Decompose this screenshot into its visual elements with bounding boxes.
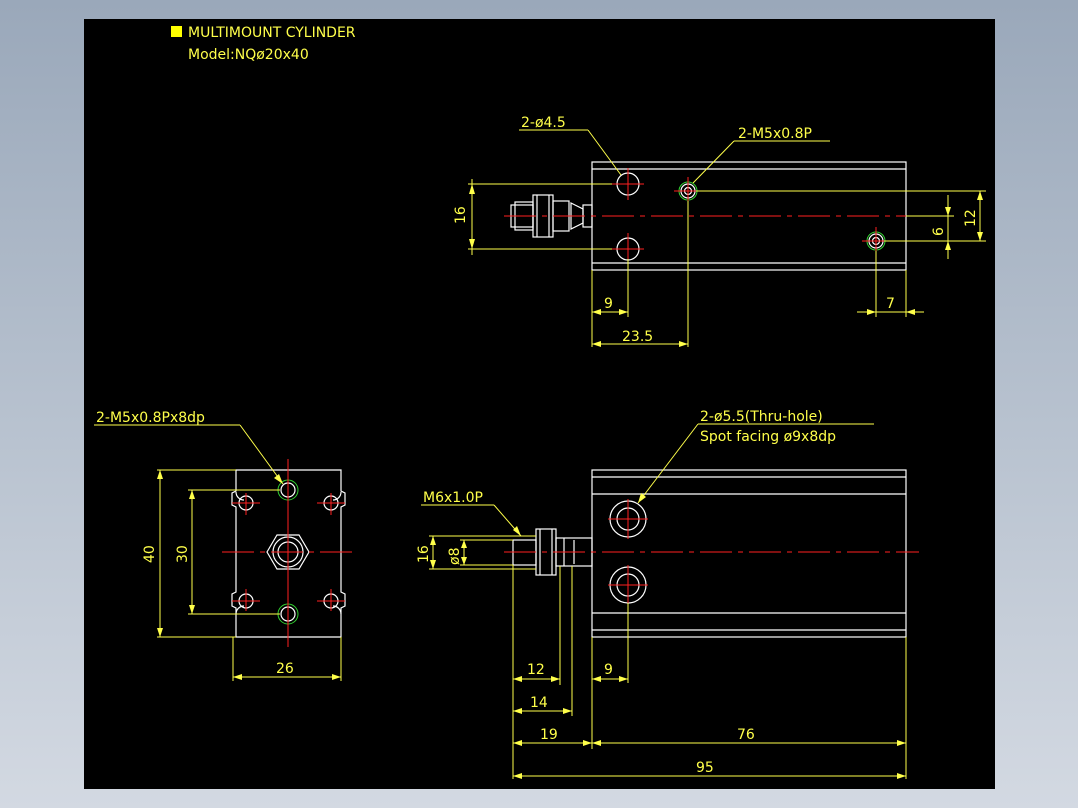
drawing-title: MULTIMOUNT CYLINDER [188, 25, 356, 41]
top-dim-23-5: 23.5 [622, 329, 653, 345]
drawing-svg: MULTIMOUNT CYLINDER Model:NQø20x40 2-ø4.… [94, 25, 986, 779]
end-dim-40: 40 [142, 545, 158, 563]
top-callout-taps: 2-M5x0.8P [738, 126, 812, 142]
end-dim-30: 30 [175, 545, 191, 563]
top-dim-6: 6 [931, 227, 947, 236]
end-callout: 2-M5x0.8Px8dp [96, 410, 205, 426]
top-dim-12: 12 [963, 209, 979, 227]
front-hole-1 [608, 499, 648, 539]
top-dim-9: 9 [604, 296, 613, 312]
top-dim-7: 7 [886, 296, 895, 312]
top-dim-16: 16 [453, 206, 469, 224]
front-view-body [591, 469, 907, 638]
front-callout-line2: Spot facing ø9x8dp [700, 429, 836, 445]
top-callout-holes: 2-ø4.5 [521, 115, 566, 131]
front-view: 2-ø5.5(Thru-hole) Spot facing ø9x8dp M6x… [416, 409, 919, 779]
front-dim-8: ø8 [447, 548, 463, 565]
title-marker-icon [171, 26, 182, 37]
front-dim-14: 14 [530, 695, 548, 711]
front-dim-12: 12 [527, 662, 545, 678]
end-dim-26: 26 [276, 661, 294, 677]
front-dim-19: 19 [540, 727, 558, 743]
top-view: 2-ø4.5 2-M5x0.8P 16 9 23.5 7 6 12 [453, 115, 986, 347]
front-callout-line1: 2-ø5.5(Thru-hole) [700, 409, 823, 425]
model-label: Model:NQø20x40 [188, 47, 309, 63]
front-hole-2 [608, 565, 648, 605]
front-dim-16: 16 [416, 545, 432, 563]
front-dim-9: 9 [604, 662, 613, 678]
end-view: 2-M5x0.8Px8dp 40 30 26 [94, 410, 354, 681]
front-dim-95: 95 [696, 760, 714, 776]
front-callout-thread: M6x1.0P [423, 490, 483, 506]
cad-drawing-canvas: MULTIMOUNT CYLINDER Model:NQø20x40 2-ø4.… [84, 19, 995, 789]
top-hole-1 [612, 168, 644, 200]
front-dim-76: 76 [737, 727, 755, 743]
